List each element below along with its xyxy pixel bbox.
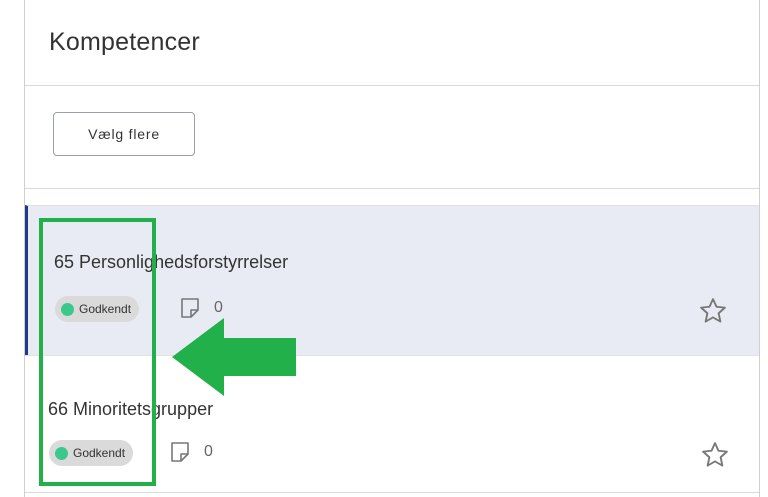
list-item[interactable]: 66 Minoritetsgrupper Godkendt 0: [25, 355, 759, 493]
note-icon: [181, 298, 199, 318]
status-label: Godkendt: [73, 446, 126, 460]
competencies-panel: Kompetencer Vælg flere 65 Personlighedsf…: [24, 0, 760, 497]
notes-button[interactable]: 0: [178, 296, 223, 320]
list-item[interactable]: 65 Personlighedsforstyrrelser Godkendt 0: [25, 205, 759, 355]
status-label: Godkendt: [79, 302, 132, 316]
page-title: Kompetencer: [49, 28, 200, 56]
status-badge: Godkendt: [55, 296, 140, 322]
toolbar: Vælg flere: [25, 86, 759, 189]
item-title[interactable]: 65 Personlighedsforstyrrelser: [54, 252, 288, 273]
note-icon: [171, 442, 189, 462]
status-dot: [61, 302, 74, 316]
star-icon[interactable]: [698, 296, 728, 326]
notes-count: 0: [204, 443, 213, 460]
choose-more-button[interactable]: Vælg flere: [53, 112, 195, 156]
star-icon[interactable]: [700, 440, 730, 470]
competency-list: 65 Personlighedsforstyrrelser Godkendt 0…: [25, 205, 759, 493]
item-title[interactable]: 66 Minoritetsgrupper: [48, 399, 213, 420]
status-dot: [55, 446, 68, 460]
notes-button[interactable]: 0: [168, 440, 213, 464]
notes-count: 0: [214, 299, 223, 316]
panel-header: Kompetencer: [25, 0, 759, 86]
status-badge: Godkendt: [49, 440, 134, 466]
